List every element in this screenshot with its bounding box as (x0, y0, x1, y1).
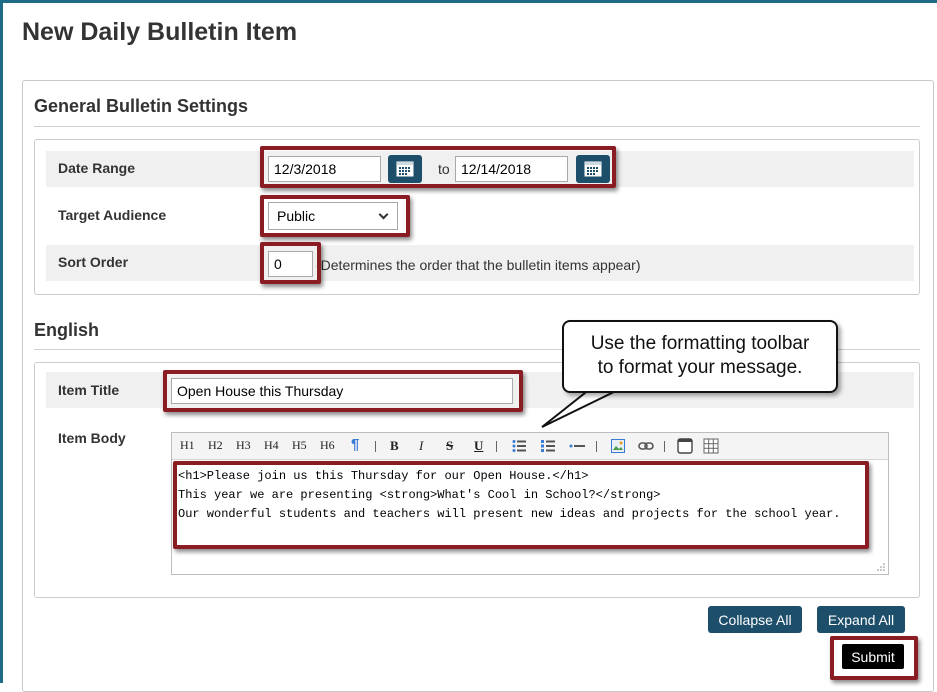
fullscreen-icon[interactable] (677, 438, 693, 454)
window-frame-left (0, 0, 3, 683)
bold-button[interactable]: B (390, 438, 399, 454)
image-icon[interactable] (611, 439, 625, 453)
chevron-down-icon (378, 209, 389, 220)
horizontal-rule-icon[interactable] (569, 441, 585, 451)
english-heading: English (34, 320, 100, 340)
page-title: New Daily Bulletin Item (22, 18, 298, 46)
calendar-icon (584, 161, 602, 177)
resize-handle-icon[interactable] (877, 563, 885, 571)
general-settings-heading: General Bulletin Settings (34, 96, 249, 116)
item-title-label: Item Title (58, 382, 120, 398)
target-audience-value: Public (277, 208, 316, 224)
body-line-2[interactable]: This year we are presenting <strong>What… (178, 488, 660, 502)
sort-order-hint: (Determines the order that the bulletin … (316, 257, 641, 273)
body-line-1[interactable]: <h1>Please join us this Thursday for our… (178, 469, 588, 483)
start-date-input[interactable]: 12/3/2018 (268, 156, 381, 182)
expand-all-button[interactable]: Expand All (817, 606, 905, 633)
window-frame-top (0, 0, 937, 3)
h4-button[interactable]: H4 (264, 438, 279, 453)
calendar-icon (396, 161, 414, 177)
table-icon[interactable] (703, 438, 719, 454)
target-audience-select[interactable]: Public (268, 202, 398, 230)
formatting-toolbar-callout: Use the formatting toolbar to format you… (562, 320, 838, 393)
item-body-editor: H1 H2 H3 H4 H5 H6 ¶ B I S U <h1>Please j… (171, 432, 889, 575)
paragraph-icon[interactable]: ¶ (351, 436, 359, 453)
italic-button[interactable]: I (419, 438, 423, 454)
strikethrough-button[interactable]: S (446, 438, 453, 454)
body-line-3[interactable]: Our wonderful students and teachers will… (178, 507, 841, 521)
end-date-input[interactable]: 12/14/2018 (455, 156, 568, 182)
item-title-input[interactable]: Open House this Thursday (171, 378, 513, 404)
numbered-list-icon[interactable] (541, 439, 555, 453)
toolbar-separator (496, 441, 497, 452)
sort-order-label: Sort Order (58, 254, 129, 270)
h5-button[interactable]: H5 (292, 438, 307, 453)
h3-button[interactable]: H3 (236, 438, 251, 453)
bullet-list-icon[interactable] (512, 439, 526, 453)
toolbar-separator (596, 441, 597, 452)
formatting-toolbar: H1 H2 H3 H4 H5 H6 ¶ B I S U (172, 433, 888, 460)
item-body-label: Item Body (58, 430, 126, 446)
link-icon[interactable] (638, 441, 654, 451)
date-range-label: Date Range (58, 160, 136, 176)
submit-button[interactable]: Submit (842, 644, 904, 669)
toolbar-separator (375, 441, 376, 452)
section-divider (34, 126, 920, 127)
callout-line-2: to format your message. (597, 357, 803, 378)
underline-button[interactable]: U (474, 438, 483, 454)
callout-line-1: Use the formatting toolbar (590, 333, 810, 354)
sort-order-input[interactable]: 0 (268, 251, 313, 277)
h2-button[interactable]: H2 (208, 438, 223, 453)
end-date-calendar-button[interactable] (576, 155, 610, 183)
start-date-calendar-button[interactable] (388, 155, 422, 183)
date-range-to-label: to (438, 161, 450, 177)
target-audience-label: Target Audience (58, 207, 167, 223)
h1-button[interactable]: H1 (180, 438, 195, 453)
h6-button[interactable]: H6 (320, 438, 335, 453)
collapse-all-button[interactable]: Collapse All (708, 606, 802, 633)
toolbar-separator (664, 441, 665, 452)
